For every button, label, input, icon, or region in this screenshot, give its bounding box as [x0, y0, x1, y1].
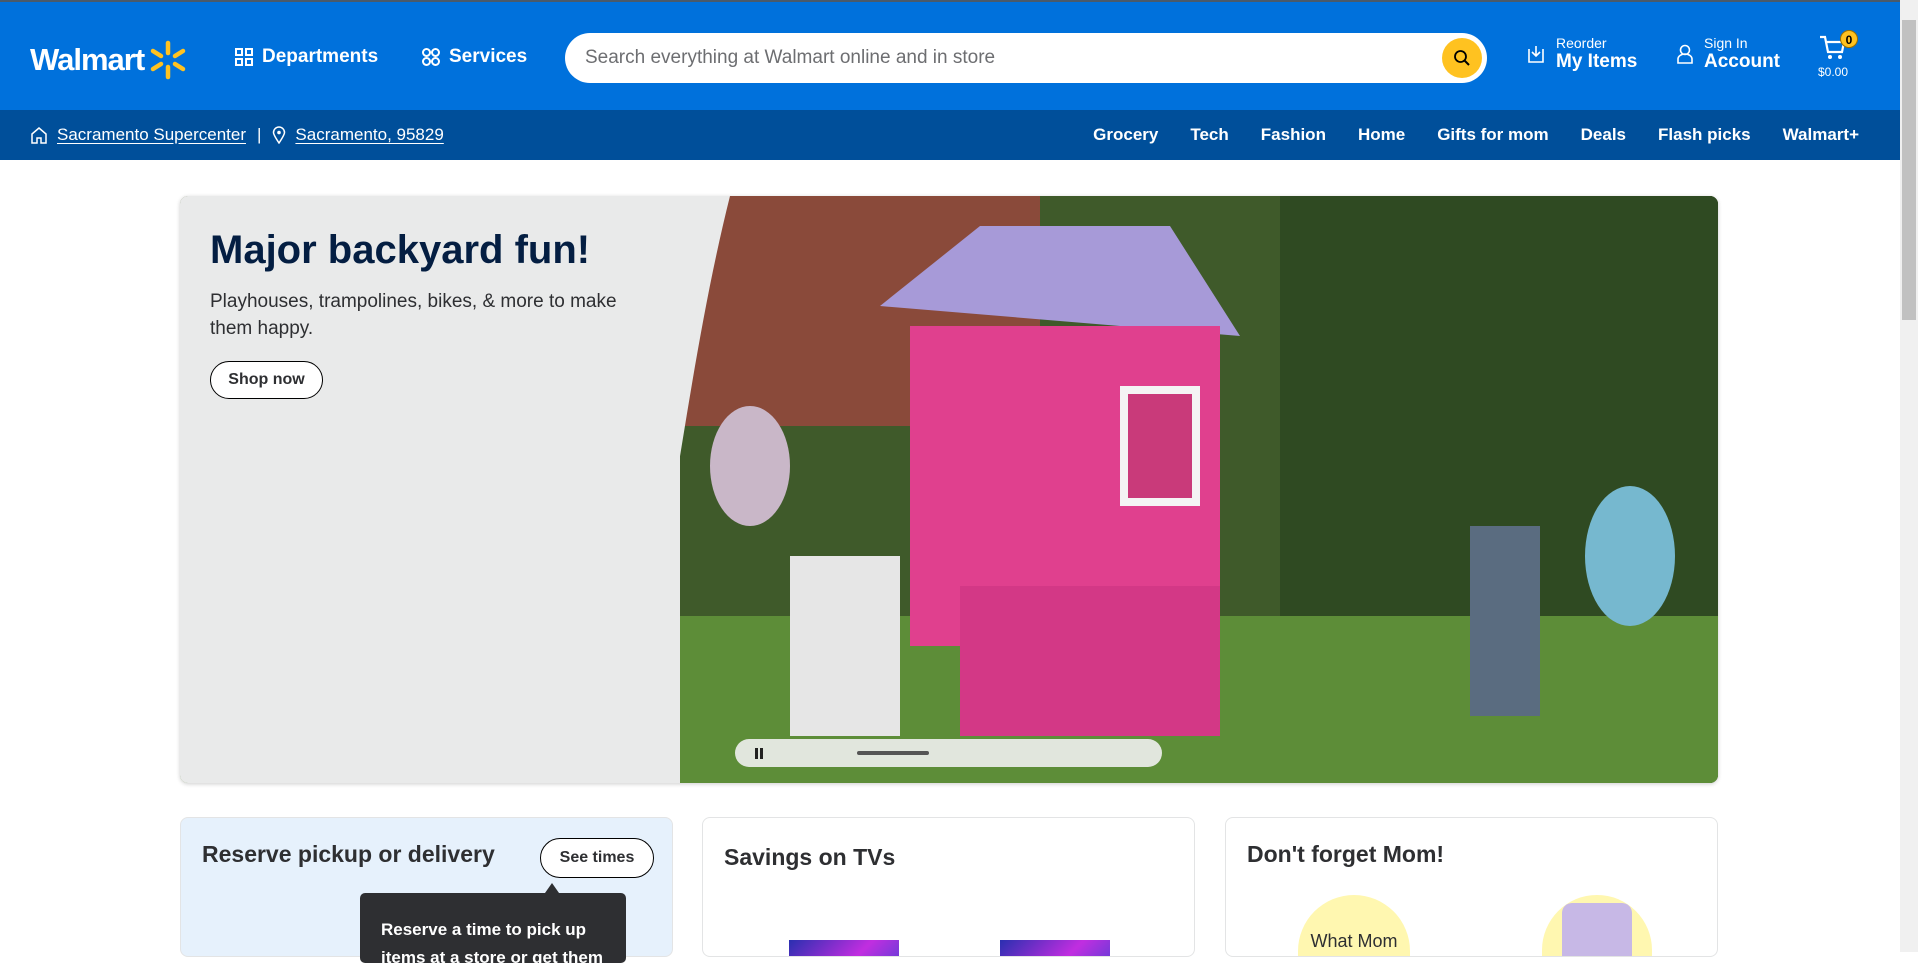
services-button[interactable]: Services — [422, 46, 527, 68]
location-link[interactable]: Sacramento, 95829 — [295, 125, 443, 145]
savings-on-tvs-card[interactable]: Savings on TVs — [702, 817, 1195, 957]
user-icon — [1677, 44, 1693, 64]
product-image — [1542, 895, 1652, 956]
separator: | — [257, 125, 262, 144]
services-label: Services — [449, 46, 528, 67]
walmart-logo[interactable]: Walmart — [30, 40, 188, 80]
account-label: Account — [1704, 51, 1780, 72]
card-title: Don't forget Mom! — [1247, 841, 1445, 867]
hero-text-panel — [180, 196, 680, 783]
departments-label: Departments — [262, 46, 379, 67]
tooltip: Reserve a time to pick up items at a sto… — [360, 883, 626, 967]
location-pin-icon — [273, 126, 286, 144]
hero-curve — [610, 196, 730, 783]
reorder-my-items[interactable]: Reorder My Items — [1526, 35, 1637, 73]
search-input[interactable]: Search everything at Walmart online and … — [565, 33, 1487, 83]
pause-icon[interactable] — [755, 748, 763, 759]
what-mom-image: What Mom — [1298, 895, 1410, 956]
account-button[interactable]: Sign In Account — [1676, 35, 1780, 73]
hero-subtitle: Playhouses, trampolines, bikes, & more t… — [210, 291, 617, 339]
nav-gifts-for-mom[interactable]: Gifts for mom — [1437, 125, 1548, 145]
spark-icon — [150, 40, 186, 80]
hero-banner[interactable]: Major backyard fun! Playhouses, trampoli… — [180, 196, 1718, 783]
see-times-button[interactable]: See times — [540, 838, 654, 878]
card-title: Savings on TVs — [724, 844, 896, 870]
dont-forget-mom-card[interactable]: Don't forget Mom! What Mom — [1225, 817, 1718, 957]
card-title: Reserve pickup or delivery — [202, 841, 495, 867]
what-mom-text: What Mom — [1310, 931, 1398, 951]
grid-icon — [235, 48, 253, 66]
logo-text: Walmart — [30, 42, 145, 77]
nav-fashion[interactable]: Fashion — [1261, 125, 1326, 145]
my-items-label: My Items — [1556, 51, 1638, 72]
nav-flash-picks[interactable]: Flash picks — [1658, 125, 1751, 145]
scrollbar[interactable] — [1900, 0, 1918, 952]
nav-walmart-plus[interactable]: Walmart+ — [1783, 125, 1859, 145]
search-icon — [1454, 50, 1470, 66]
sub-navigation: Sacramento Supercenter | Sacramento, 958… — [0, 110, 1900, 160]
shop-now-button[interactable]: Shop now — [210, 361, 323, 399]
nav-grocery[interactable]: Grocery — [1093, 125, 1158, 145]
search-placeholder: Search everything at Walmart online and … — [585, 47, 996, 68]
search-button[interactable] — [1442, 38, 1482, 78]
cart-count-badge: 0 — [1840, 30, 1858, 48]
hero-title: Major backyard fun! — [210, 228, 591, 272]
nav-home[interactable]: Home — [1358, 125, 1405, 145]
top-header: Walmart Departments Services Search ever… — [0, 0, 1900, 110]
services-icon — [422, 48, 440, 66]
nav-tech[interactable]: Tech — [1190, 125, 1228, 145]
cart-total: $0.00 — [1818, 65, 1849, 79]
departments-button[interactable]: Departments — [235, 46, 378, 68]
carousel-controls — [735, 739, 1162, 767]
tv-image — [789, 940, 899, 956]
reorder-label: Reorder — [1556, 35, 1607, 51]
tv-image — [1000, 940, 1110, 956]
carousel-indicator[interactable] — [857, 751, 929, 755]
cart-button[interactable]: 0 $0.00 — [1818, 30, 1858, 79]
nav-deals[interactable]: Deals — [1581, 125, 1626, 145]
scrollbar-thumb[interactable] — [1902, 20, 1916, 320]
store-link[interactable]: Sacramento Supercenter — [57, 125, 246, 145]
sign-in-label: Sign In — [1704, 35, 1748, 51]
store-icon — [31, 127, 47, 144]
reorder-icon — [1528, 46, 1544, 63]
